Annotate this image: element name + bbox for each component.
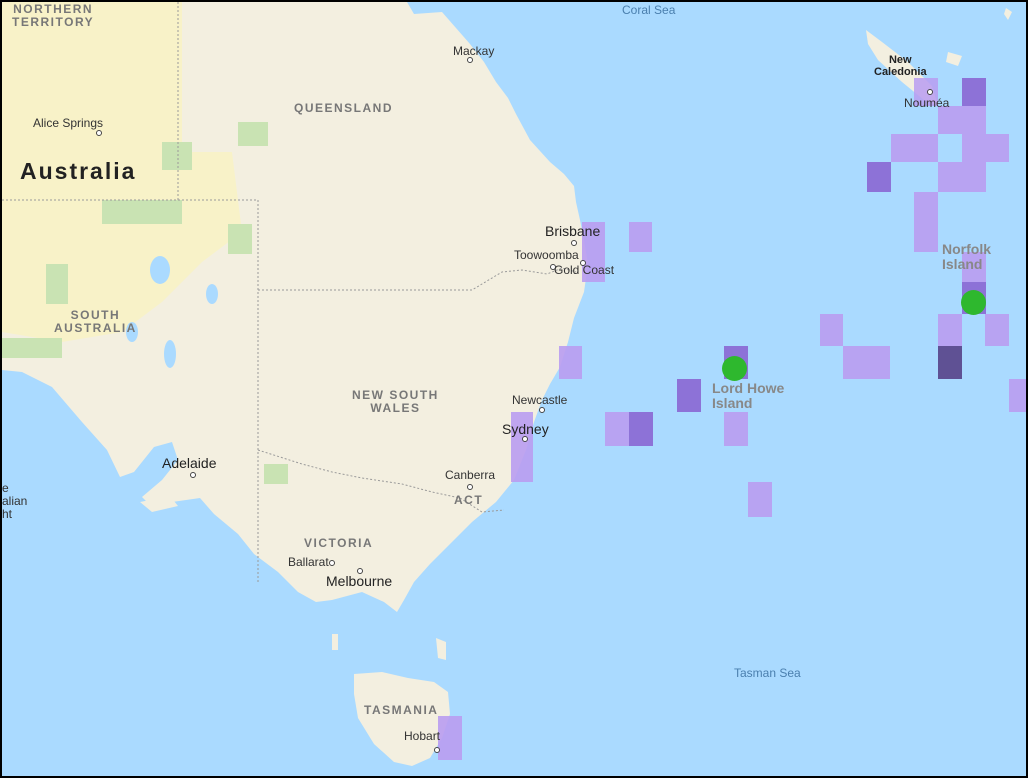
alice-springs-dot: [96, 130, 102, 136]
coral-sea-label: Coral Sea: [622, 3, 676, 17]
clipped-edge-label: e alian ht: [2, 481, 28, 522]
sighting-cell[interactable]: [938, 162, 986, 192]
sighting-cell[interactable]: [867, 162, 891, 192]
basemap: [2, 2, 1012, 766]
canberra-dot: [467, 484, 473, 490]
noumea-dot: [927, 89, 933, 95]
sighting-cell[interactable]: [962, 78, 986, 106]
norfolk-island-marker[interactable]: [961, 290, 986, 315]
sighting-cell[interactable]: [629, 412, 653, 446]
king-island: [332, 634, 338, 650]
flinders-island: [436, 638, 446, 660]
hobart-label: Hobart: [404, 729, 441, 743]
sighting-cell[interactable]: [985, 314, 1009, 346]
sydney-label: Sydney: [502, 421, 549, 437]
sighting-cell[interactable]: [938, 106, 986, 134]
sighting-cell[interactable]: [914, 192, 938, 252]
canberra-label: Canberra: [445, 468, 496, 482]
sighting-cell[interactable]: [962, 134, 1009, 162]
ballarat-label: Ballarat: [288, 555, 329, 569]
sighting-cell[interactable]: [938, 314, 962, 346]
south-australia-label: SOUTH AUSTRALIA: [54, 308, 137, 335]
sighting-cell[interactable]: [724, 412, 748, 446]
northern-territory-label: NORTHERN TERRITORY: [12, 2, 95, 29]
tasman-sea-label: Tasman Sea: [734, 666, 801, 680]
sighting-cell[interactable]: [438, 716, 462, 760]
tasmania-label: TASMANIA: [364, 703, 439, 717]
hobart-dot: [434, 747, 440, 753]
newcastle-label: Newcastle: [512, 393, 568, 407]
act-label: ACT: [454, 493, 484, 507]
sighting-cell[interactable]: [1009, 379, 1026, 412]
sighting-cell[interactable]: [677, 379, 701, 412]
map-view[interactable]: NORTHERN TERRITORY QUEENSLAND SOUTH AUST…: [2, 2, 1026, 776]
sighting-cell[interactable]: [820, 314, 843, 346]
ballarat-dot: [329, 560, 335, 566]
brisbane-label: Brisbane: [545, 223, 601, 239]
melbourne-label: Melbourne: [326, 573, 393, 589]
lord-howe-island-marker[interactable]: [722, 356, 747, 381]
brisbane-dot: [571, 240, 577, 246]
sighting-cell[interactable]: [891, 134, 938, 162]
loyalty-islands: [946, 8, 1012, 66]
sighting-cell[interactable]: [843, 346, 890, 379]
new-caledonia-label: New Caledonia: [874, 54, 927, 79]
adelaide-label: Adelaide: [162, 455, 217, 471]
norfolk-island-label: Norfolk Island: [942, 241, 991, 273]
newcastle-dot: [539, 407, 545, 413]
sighting-cell[interactable]: [938, 346, 962, 379]
queensland-label: QUEENSLAND: [294, 101, 394, 115]
australia-label: Australia: [20, 158, 137, 184]
sighting-cell[interactable]: [748, 482, 772, 517]
sighting-cell[interactable]: [629, 222, 652, 252]
lord-howe-island-label: Lord Howe Island: [712, 380, 785, 412]
noumea-label: Nouméa: [904, 96, 950, 110]
alice-springs-label: Alice Springs: [33, 116, 104, 130]
adelaide-dot: [190, 472, 196, 478]
toowoomba-label: Toowoomba: [514, 248, 579, 262]
new-south-wales-label: NEW SOUTH WALES: [352, 388, 439, 415]
gold-coast-label: Gold Coast: [554, 263, 615, 277]
victoria-label: VICTORIA: [304, 536, 374, 550]
sighting-cell[interactable]: [559, 346, 582, 379]
sighting-cell[interactable]: [605, 412, 629, 446]
mackay-label: Mackay: [453, 44, 495, 58]
